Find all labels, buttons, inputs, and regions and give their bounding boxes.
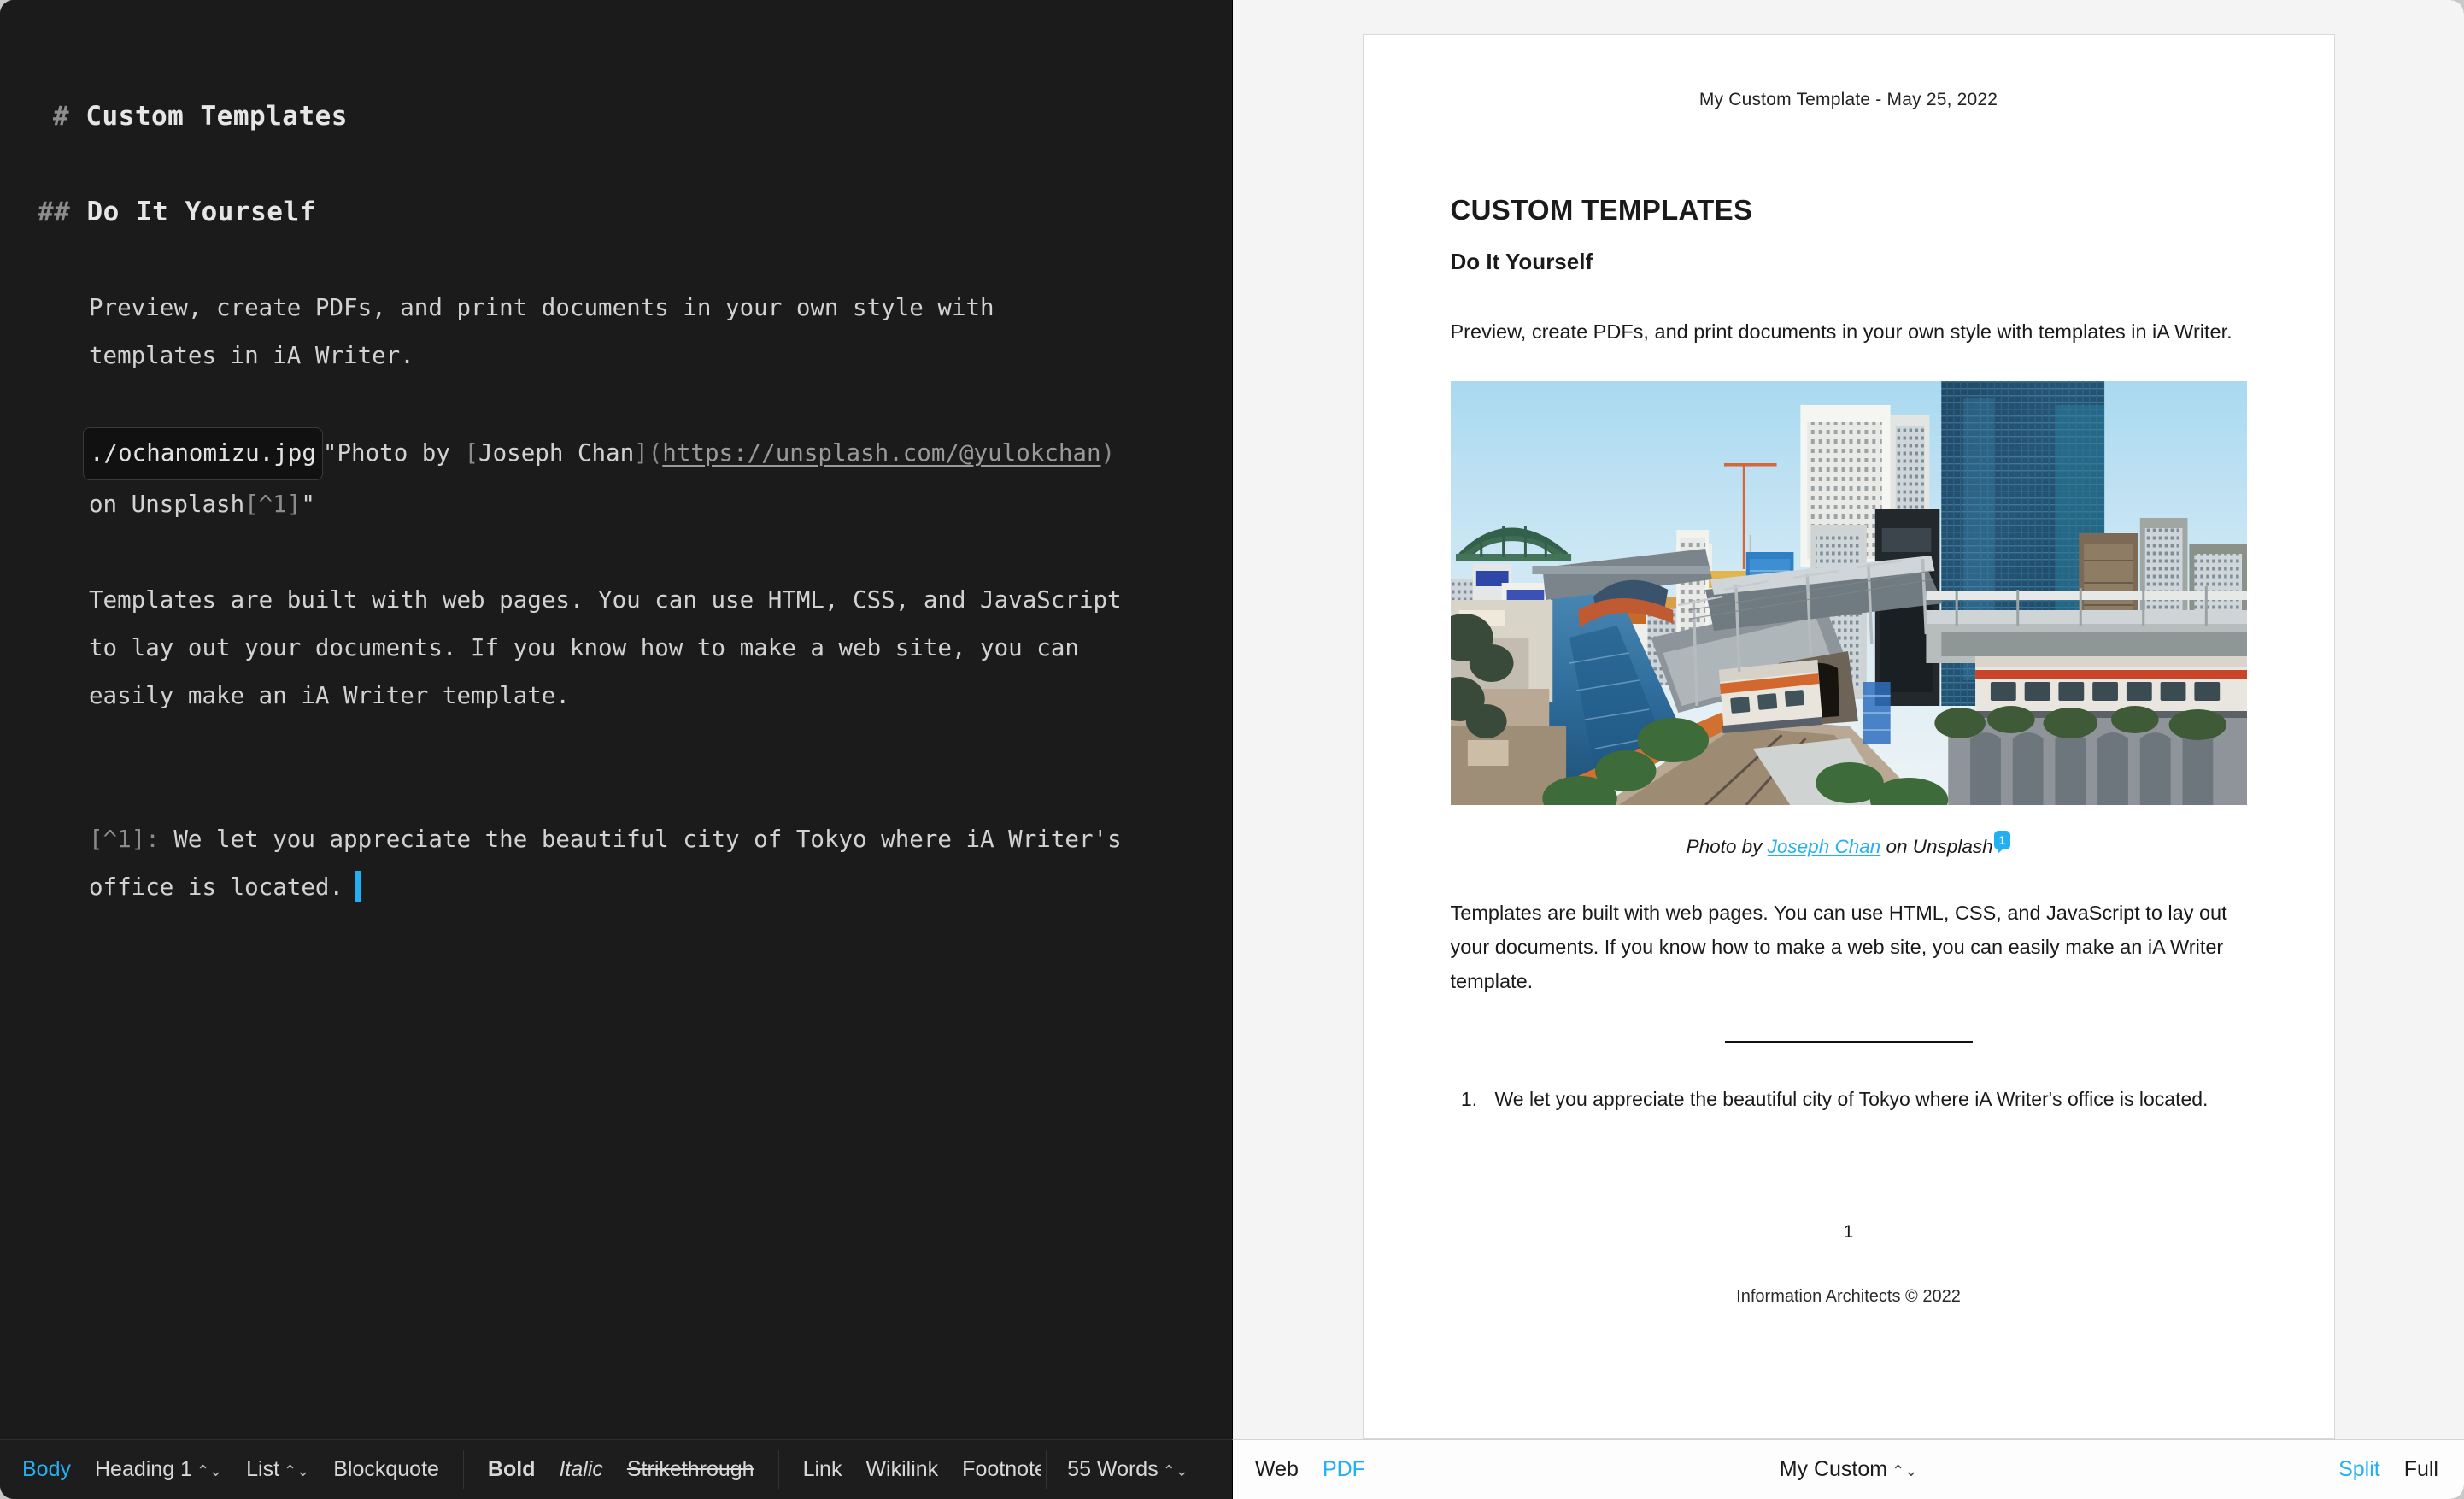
footnote-def-text: We let you appreciate the beautiful city…: [89, 826, 1135, 901]
editor-pane[interactable]: # Custom Templates ## Do It Yourself Pre…: [0, 0, 1232, 1439]
toolbar-wikilink-button[interactable]: Wikilink: [854, 1457, 950, 1482]
chevron-updown-icon: ⌃⌄: [197, 1462, 222, 1479]
image-url[interactable]: https://unsplash.com/@yulokchan: [662, 439, 1100, 467]
image-filename-chip[interactable]: ./ochanomizu.jpg: [83, 427, 323, 480]
toolbar-heading-label: Heading 1: [95, 1457, 192, 1481]
preview-paragraph-2: Templates are built with web pages. You …: [1451, 896, 2247, 998]
preview-pane[interactable]: My Custom Template - May 25, 2022 CUSTOM…: [1232, 0, 2464, 1439]
heading1-marker: #: [53, 101, 69, 132]
preview-footnote-list: We let you appreciate the beautiful city…: [1483, 1082, 2247, 1116]
preview-body: CUSTOM TEMPLATES Do It Yourself Preview,…: [1449, 194, 2249, 1324]
photo-caption: Photo by Joseph Chan on Unsplash1: [1451, 831, 2247, 858]
template-selector-label: My Custom: [1780, 1457, 1887, 1481]
toolbar-list-dropdown[interactable]: List ⌃⌄: [234, 1457, 321, 1482]
footnote-ref[interactable]: [^1]: [244, 491, 301, 518]
image-quote-close: ": [301, 491, 315, 518]
preview-paper: My Custom Template - May 25, 2022 CUSTOM…: [1363, 34, 2335, 1439]
view-split-button[interactable]: Split: [2326, 1457, 2392, 1482]
photo-svg: [1451, 381, 2247, 805]
caption-link[interactable]: Joseph Chan: [1768, 836, 1881, 857]
image-quote-open: "Photo by: [323, 439, 465, 467]
chevron-updown-icon: ⌃⌄: [284, 1462, 309, 1479]
text-cursor: [355, 871, 361, 902]
toolbar-link-button[interactable]: Link: [791, 1457, 854, 1482]
toolbar-italic-button[interactable]: Italic: [547, 1457, 614, 1482]
toolbar-heading-dropdown[interactable]: Heading 1 ⌃⌄: [83, 1457, 234, 1482]
chevron-updown-icon: ⌃⌄: [1163, 1462, 1188, 1479]
ochanomizu-photo: [1451, 381, 2247, 805]
toolbar-divider: [463, 1450, 464, 1489]
toolbar-footnote-label: Footnote: [962, 1457, 1041, 1482]
editor-paragraph-2: Templates are built with web pages. You …: [0, 576, 1232, 720]
footnote-item: We let you appreciate the beautiful city…: [1483, 1082, 2247, 1116]
word-count-dropdown[interactable]: 55 Words⌃⌄: [1055, 1457, 1200, 1482]
editor-heading-2: ## Do It Yourself: [0, 188, 1232, 236]
heading2-marker: ##: [38, 197, 70, 227]
toolbar-divider: [778, 1450, 779, 1489]
heading1-text: Custom Templates: [85, 101, 348, 132]
editor-heading-1: # Custom Templates: [0, 92, 1232, 140]
footnote-marker-badge[interactable]: 1: [1994, 831, 2011, 849]
word-count-label: 55 Words: [1067, 1457, 1159, 1481]
template-selector[interactable]: My Custom ⌃⌄: [1780, 1457, 1918, 1481]
app-window: # Custom Templates ## Do It Yourself Pre…: [0, 0, 2464, 1499]
toolbar-divider: [1046, 1450, 1047, 1489]
preview-toolbar: Web PDF My Custom ⌃⌄ Split Full: [1232, 1439, 2464, 1499]
caption-suffix: on Unsplash: [1880, 836, 1992, 857]
preview-footer: Information Architects © 2022: [1451, 1287, 2247, 1324]
editor-document[interactable]: # Custom Templates ## Do It Yourself Pre…: [0, 0, 1232, 911]
editor-paragraph-1: Preview, create PDFs, and print document…: [0, 284, 1232, 379]
editor-footnote-definition: [^1]: We let you appreciate the beautifu…: [0, 815, 1232, 911]
bracket-close: ]: [634, 439, 648, 467]
toolbar-bold-button[interactable]: Bold: [476, 1457, 548, 1482]
preview-paragraph-1: Preview, create PDFs, and print document…: [1451, 314, 2247, 349]
paren-close: ): [1101, 439, 1116, 467]
template-selector-wrap: My Custom ⌃⌄: [1233, 1457, 2464, 1482]
caption-prefix: Photo by: [1687, 836, 1768, 857]
preview-heading-2: Do It Yourself: [1451, 249, 2247, 275]
footnote-def-marker: [^1]:: [89, 826, 160, 853]
toolbar-list-label: List: [246, 1457, 279, 1481]
heading2-text: Do It Yourself: [87, 197, 316, 227]
preview-web-button[interactable]: Web: [1233, 1457, 1311, 1482]
toolbar-strikethrough-button[interactable]: Strikethrough: [615, 1457, 766, 1482]
chevron-updown-icon: ⌃⌄: [1892, 1462, 1917, 1479]
toolbar-footnote-button[interactable]: Footnote: [950, 1457, 1041, 1482]
panes-container: # Custom Templates ## Do It Yourself Pre…: [0, 0, 2464, 1439]
editor-image-line: ./ochanomizu.jpg"Photo by [Joseph Chan](…: [0, 427, 1232, 528]
bracket-open: [: [464, 439, 478, 467]
preview-figure: Photo by Joseph Chan on Unsplash1: [1451, 381, 2247, 858]
page-number: 1: [1451, 1222, 2247, 1243]
view-full-button[interactable]: Full: [2392, 1457, 2464, 1482]
preview-heading-1: CUSTOM TEMPLATES: [1451, 194, 2247, 226]
preview-pdf-button[interactable]: PDF: [1311, 1457, 1377, 1482]
image-link-text: Joseph Chan: [478, 439, 634, 467]
paren-open: (: [648, 439, 663, 467]
bottom-bar: Body Heading 1⌃⌄ List⌃⌄ Blockquote Bold …: [0, 1439, 2464, 1499]
editor-toolbar: Body Heading 1⌃⌄ List⌃⌄ Blockquote Bold …: [0, 1439, 1232, 1499]
footnote-divider: [1725, 1041, 1973, 1043]
toolbar-blockquote-button[interactable]: Blockquote: [321, 1457, 451, 1482]
preview-running-header: My Custom Template - May 25, 2022: [1449, 90, 2249, 110]
toolbar-body-button[interactable]: Body: [0, 1457, 83, 1482]
